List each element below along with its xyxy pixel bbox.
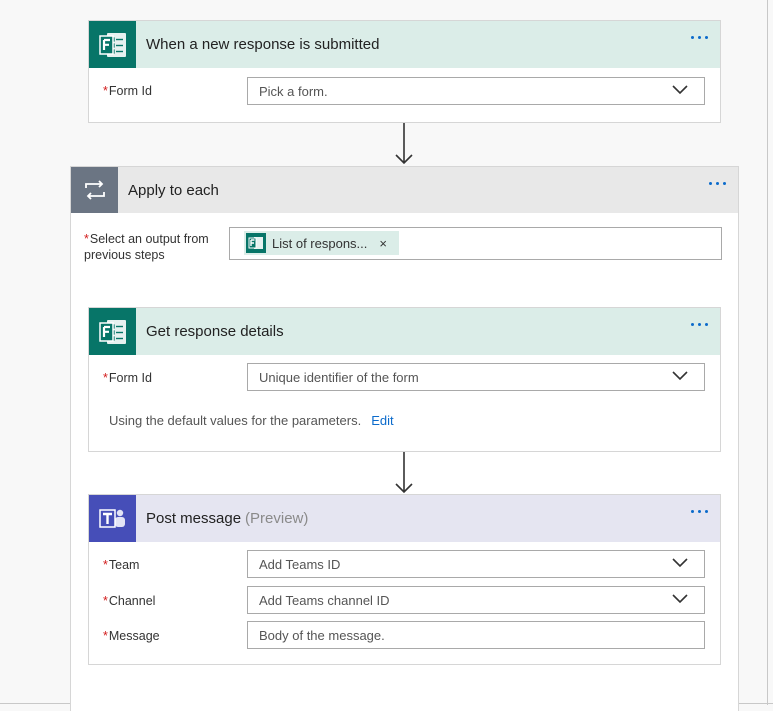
team-label: *Team: [103, 558, 140, 572]
flow-arrow-icon: [395, 452, 413, 494]
ms-forms-icon: [246, 233, 266, 253]
more-options-icon[interactable]: [709, 182, 726, 185]
chevron-down-icon: [672, 558, 688, 568]
default-values-note: Using the default values for the paramet…: [109, 413, 394, 428]
dynamic-content-token[interactable]: List of respons... ×: [244, 231, 399, 255]
trigger-header[interactable]: When a new response is submitted: [89, 21, 720, 68]
post-message-card: Post message (Preview) *Team Add Teams ID…: [88, 494, 721, 665]
post-message-title: Post message (Preview): [146, 510, 309, 527]
remove-token-icon[interactable]: ×: [379, 236, 387, 251]
form-id-value: Unique identifier of the form: [259, 369, 419, 385]
apply-to-each-title: Apply to each: [128, 181, 219, 199]
channel-label: *Channel: [103, 594, 156, 608]
more-options-icon[interactable]: [691, 36, 708, 39]
message-input[interactable]: Body of the message.: [247, 621, 705, 649]
trigger-card: When a new response is submitted *Form I…: [88, 20, 721, 123]
chevron-down-icon: [672, 371, 688, 381]
team-dropdown[interactable]: Add Teams ID: [247, 550, 705, 578]
form-id-dropdown[interactable]: Unique identifier of the form: [247, 363, 705, 391]
window-frame-right: [767, 0, 768, 705]
ms-forms-icon: [89, 21, 136, 68]
loop-icon: [71, 167, 118, 213]
more-options-icon[interactable]: [691, 323, 708, 326]
more-options-icon[interactable]: [691, 510, 708, 513]
ms-teams-icon: [89, 495, 136, 542]
ms-forms-icon: [89, 308, 136, 355]
select-output-label: *Select an output from previous steps: [84, 232, 209, 262]
form-id-value: Pick a form.: [259, 83, 328, 99]
flow-arrow-icon: [395, 123, 413, 165]
message-placeholder: Body of the message.: [259, 627, 385, 643]
channel-value: Add Teams channel ID: [259, 592, 390, 608]
chevron-down-icon: [672, 85, 688, 95]
form-id-label: *Form Id: [103, 371, 152, 385]
message-label: *Message: [103, 629, 160, 643]
edit-link[interactable]: Edit: [371, 413, 393, 428]
form-id-dropdown[interactable]: Pick a form.: [247, 77, 705, 105]
get-response-details-header[interactable]: Get response details: [89, 308, 720, 355]
select-output-field[interactable]: List of respons... ×: [229, 227, 722, 260]
get-response-details-title: Get response details: [146, 323, 284, 340]
apply-to-each-header[interactable]: Apply to each: [71, 167, 738, 213]
chevron-down-icon: [672, 594, 688, 604]
trigger-title: When a new response is submitted: [146, 36, 380, 53]
post-message-header[interactable]: Post message (Preview): [89, 495, 720, 542]
form-id-label: *Form Id: [103, 84, 152, 98]
get-response-details-card: Get response details *Form Id Unique ide…: [88, 307, 721, 452]
team-value: Add Teams ID: [259, 556, 341, 572]
token-text: List of respons...: [272, 235, 368, 251]
channel-dropdown[interactable]: Add Teams channel ID: [247, 586, 705, 614]
